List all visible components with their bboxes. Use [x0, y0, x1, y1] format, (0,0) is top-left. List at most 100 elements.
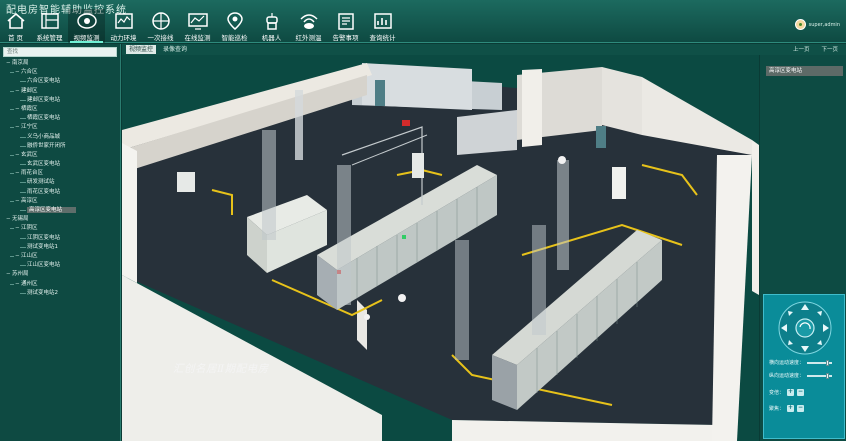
tree-region-item[interactable]: −无锡局 [0, 215, 121, 224]
tree-item-label: 六合区变电站 [27, 78, 61, 85]
home-icon [6, 12, 25, 29]
tree-region-item[interactable]: −六合区 [0, 68, 121, 77]
nav-item-manage[interactable]: 系统管理 [31, 9, 68, 43]
nav-item-power-env[interactable]: 动力环境 [105, 9, 142, 43]
v-speed-label: 纵向运动速度： [769, 373, 805, 379]
tree-station-item[interactable]: 建邺区变电站 [0, 96, 121, 105]
nav-item-home[interactable]: 首 页 [0, 9, 31, 43]
nav-item-infrared[interactable]: 红外测温 [290, 9, 327, 43]
app-header: 配电房智能辅助监控系统 首 页系统管理 视频监测 动力环境 一次接线 在线监测 智能巡检机… [0, 0, 846, 43]
nav-item-inspection[interactable]: 智能巡检 [216, 9, 253, 43]
tree-item-label: 建邺区变电站 [27, 96, 61, 103]
v-speed-slider-knob[interactable] [825, 372, 829, 379]
focus-out-button[interactable]: − [797, 405, 805, 412]
tree-station-item[interactable]: 测试变电站2 [0, 289, 121, 298]
nav-item-monitor[interactable]: 在线监测 [179, 9, 216, 43]
station-search-input[interactable]: 查找 [3, 47, 117, 57]
room-list-item[interactable]: 高淳区变电站 [766, 66, 843, 76]
station-tree: −南京局 −六合区 六合区变电站 −建邺区 建邺区变电站 −栖霞区 栖霞区变电站 −江宁区 义乌… [0, 59, 121, 298]
tree-item-label: 无锡局 [12, 216, 29, 223]
query-icon [373, 13, 392, 29]
tree-item-label: 测试变电站1 [27, 243, 58, 250]
tree-station-item[interactable]: 玄武区变电站 [0, 160, 121, 169]
tree-item-label: 栖霞区变电站 [27, 115, 61, 122]
tab-record-query[interactable]: 录像查询 [160, 45, 190, 54]
wiring-icon [151, 12, 170, 30]
nav-item-wiring[interactable]: 一次接线 [142, 9, 179, 43]
tree-station-item[interactable]: 测试变电站1 [0, 243, 121, 252]
tree-item-label: 研发测试站 [27, 179, 55, 186]
tree-region-item[interactable]: −江宁区 [0, 123, 121, 132]
tree-item-label: 江宁区 [21, 124, 38, 131]
zoom-in-button[interactable]: + [787, 389, 795, 396]
tree-item-label: 融侨世家开闭所 [27, 142, 66, 149]
nav-label: 智能巡检 [221, 34, 248, 42]
nav-item-query[interactable]: 查询统计 [364, 9, 401, 43]
3d-room-viewport[interactable]: 汇创名居Ⅱ期配电房 [122, 55, 759, 441]
tree-item-label: 苏州局 [12, 271, 29, 278]
v-speed-slider[interactable] [807, 372, 833, 379]
focus-in-button[interactable]: + [787, 405, 795, 412]
tree-station-item[interactable]: 栖霞区变电站 [0, 114, 121, 123]
h-speed-slider[interactable] [807, 359, 833, 366]
infrared-icon [299, 14, 318, 29]
tree-item-label: 江山区变电站 [27, 262, 61, 269]
tree-item-label: 南京局 [12, 60, 29, 66]
h-speed-row: 横向运动速度： [769, 359, 833, 366]
v-speed-row: 纵向运动速度： [769, 372, 833, 379]
tree-region-item[interactable]: −江阴区 [0, 224, 121, 233]
tree-item-label: 义乌小商品城 [27, 133, 61, 140]
power-env-icon [114, 13, 133, 29]
tree-station-item[interactable]: 六合区变电站 [0, 77, 121, 86]
tree-item-label: 玄武区 [21, 151, 38, 158]
tree-item-label: 高淳区变电站 [27, 207, 77, 213]
tree-region-item[interactable]: −通州区 [0, 280, 121, 289]
nav-label: 首 页 [7, 34, 24, 42]
tree-region-item[interactable]: −高淳区 [0, 197, 121, 206]
tree-region-item[interactable]: −建邺区 [0, 87, 121, 96]
tree-region-item[interactable]: −南京局 [0, 59, 121, 68]
tree-item-label: 通州区 [21, 280, 38, 287]
tree-item-label: 江阴区变电站 [27, 234, 61, 241]
tree-station-item[interactable]: 江山区变电站 [0, 261, 121, 270]
nav-label: 系统管理 [36, 34, 63, 42]
tree-item-label: 江山区 [21, 252, 38, 259]
tree-item-label: 高淳区 [21, 197, 38, 204]
nav-item-alarm[interactable]: 告警事项 [327, 9, 364, 43]
tree-station-item[interactable]: 融侨世家开闭所 [0, 142, 121, 151]
user-area[interactable]: super,admin [794, 19, 840, 30]
tree-station-item[interactable]: 江阴区变电站 [0, 234, 121, 243]
nav-label: 一次接线 [147, 34, 174, 42]
tree-station-item[interactable]: 雨花区变电站 [0, 188, 121, 197]
prev-page-link[interactable]: 上一页 [793, 45, 810, 53]
main-navbar: 首 页 系统管理 视频监测 动力环境 一次接线 在线监测 智能巡检 机器人 红外测温 告警事项 查询… [0, 9, 401, 43]
nav-item-robot[interactable]: 机器人 [253, 9, 290, 43]
tree-region-item[interactable]: −江山区 [0, 252, 121, 261]
tree-region-item[interactable]: −苏州局 [0, 270, 121, 279]
right-control-panel: 高淳区变电站 横向运动速度： 纵向运动速度： 变倍： + − 聚焦： + − [760, 55, 846, 441]
tree-station-item[interactable]: 研发测试站 [0, 178, 121, 187]
h-speed-slider-knob[interactable] [825, 359, 829, 366]
room-3d-render [122, 63, 759, 441]
next-page-link[interactable]: 下一页 [821, 45, 838, 53]
tree-region-item[interactable]: −雨花台区 [0, 169, 121, 178]
page-navigation: 上一页 下一页 [793, 45, 838, 53]
room-name-watermark: 汇创名居Ⅱ期配电房 [173, 363, 269, 375]
nav-label: 查询统计 [369, 34, 396, 42]
tree-item-label: 栖霞区 [21, 105, 38, 112]
tree-region-item[interactable]: −玄武区 [0, 151, 121, 160]
tree-item-label: 江阴区 [21, 225, 38, 232]
ptz-control-panel: 横向运动速度： 纵向运动速度： 变倍： + − 聚焦： + − [763, 294, 845, 439]
view-tabbar: 视频监控 录像查询 上一页 下一页 [122, 44, 846, 55]
tab-video-monitor[interactable]: 视频监控 [126, 45, 157, 54]
tree-station-item[interactable]: 义乌小商品城 [0, 133, 121, 142]
nav-label: 视频监测 [73, 34, 100, 42]
user-avatar-icon[interactable] [794, 19, 806, 30]
tree-region-item[interactable]: −栖霞区 [0, 105, 121, 114]
nav-item-camera[interactable]: 视频监测 [68, 9, 105, 43]
ptz-direction-pad[interactable] [777, 300, 833, 356]
zoom-out-button[interactable]: − [797, 389, 805, 396]
tree-station-item[interactable]: 高淳区变电站 [0, 206, 121, 215]
focus-label: 聚焦： [769, 406, 785, 412]
robot-icon [265, 13, 278, 30]
